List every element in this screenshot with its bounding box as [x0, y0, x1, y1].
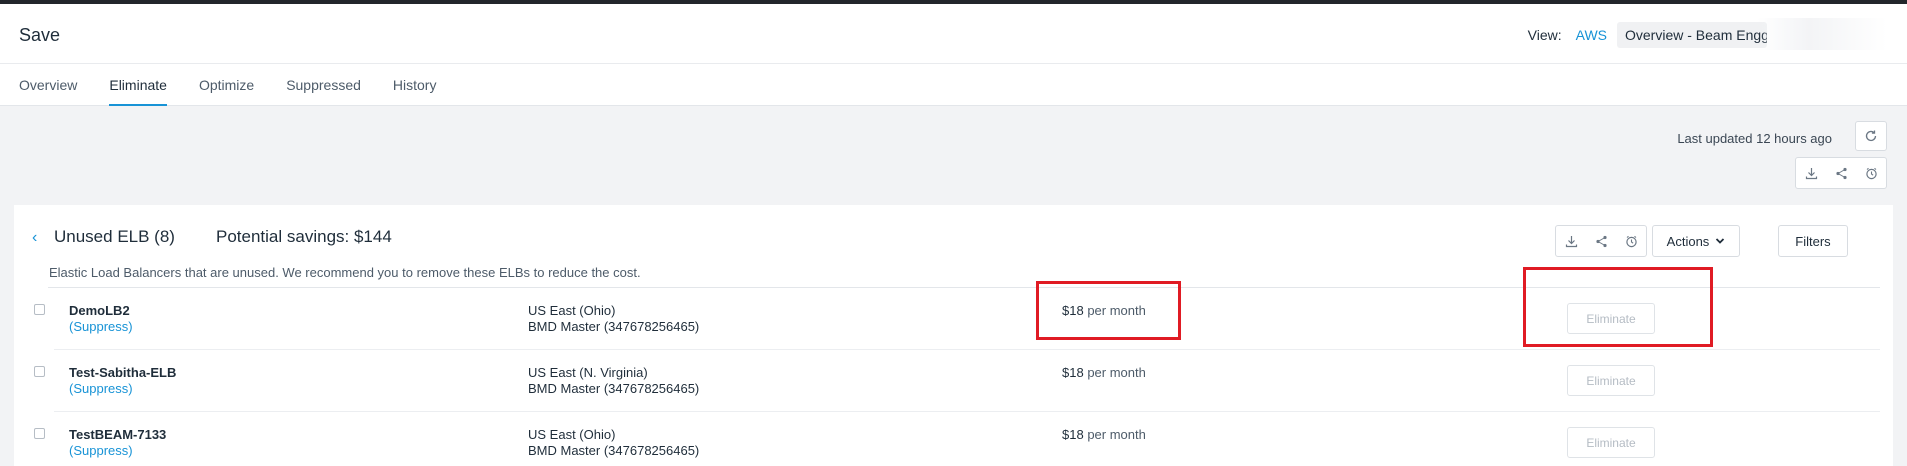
actions-dropdown-button[interactable]: Actions: [1652, 225, 1740, 257]
card-schedule-button[interactable]: [1616, 226, 1646, 256]
refresh-button[interactable]: [1855, 121, 1887, 151]
card-download-button[interactable]: [1556, 226, 1586, 256]
view-selector: View: AWS Overview - Beam Engg: [1528, 22, 1767, 48]
filters-button[interactable]: Filters: [1778, 225, 1848, 257]
share-icon: [1835, 167, 1847, 179]
elb-name: TestBEAM-7133: [69, 427, 167, 442]
row-checkbox[interactable]: [34, 428, 45, 439]
schedule-icon: [1625, 235, 1637, 247]
chevron-down-icon: [1716, 238, 1725, 244]
last-updated-text: Last updated 12 hours ago: [1677, 131, 1832, 146]
tab-bar: Overview Eliminate Optimize Suppressed H…: [0, 64, 1907, 106]
card-title: Unused ELB (8): [54, 227, 175, 246]
view-label: View:: [1527, 27, 1562, 43]
elb-name: Test-Sabitha-ELB: [69, 365, 177, 380]
view-provider-link[interactable]: AWS: [1576, 27, 1607, 43]
actions-label: Actions: [1666, 233, 1710, 249]
highlight-box-eliminate: [1523, 267, 1713, 347]
share-icon: [1595, 235, 1607, 247]
region: US East (Ohio): [528, 427, 616, 442]
tab-overview[interactable]: Overview: [19, 64, 77, 106]
cost-unit: per month: [1087, 365, 1146, 380]
schedule-icon: [1865, 167, 1877, 179]
suppress-link[interactable]: (Suppress): [69, 319, 133, 334]
tab-suppressed[interactable]: Suppressed: [286, 64, 361, 106]
suppress-link[interactable]: (Suppress): [69, 443, 133, 458]
monthly-cost: $18 per month: [1062, 365, 1146, 380]
page-header: Save View: AWS Overview - Beam Engg: [0, 4, 1907, 64]
tab-history[interactable]: History: [393, 64, 437, 106]
account: BMD Master (347678256465): [528, 381, 700, 396]
table-row: Test-Sabitha-ELB (Suppress) US East (N. …: [14, 350, 1893, 412]
card-share-button[interactable]: [1586, 226, 1616, 256]
card-description: Elastic Load Balancers that are unused. …: [49, 265, 641, 280]
row-checkbox[interactable]: [34, 366, 45, 377]
download-icon: [1805, 167, 1817, 179]
eliminate-button[interactable]: Eliminate: [1567, 427, 1655, 458]
table-row: TestBEAM-7133 (Suppress) US East (Ohio) …: [14, 412, 1893, 466]
elb-name: DemoLB2: [69, 303, 130, 318]
region: US East (N. Virginia): [528, 365, 648, 380]
schedule-button[interactable]: [1856, 158, 1886, 188]
refresh-icon: [1865, 130, 1877, 142]
cost-unit: per month: [1087, 427, 1146, 442]
eliminate-button[interactable]: Eliminate: [1567, 365, 1655, 396]
download-icon: [1565, 235, 1577, 247]
download-button[interactable]: [1796, 158, 1826, 188]
account: BMD Master (347678256465): [528, 319, 700, 334]
highlight-box-cost: [1036, 281, 1181, 340]
page-title: Save: [19, 25, 61, 45]
row-checkbox[interactable]: [34, 304, 45, 315]
page-export-group: [1795, 157, 1887, 189]
potential-savings: Potential savings: $144: [216, 227, 392, 246]
tab-optimize[interactable]: Optimize: [199, 64, 254, 106]
suppress-link[interactable]: (Suppress): [69, 381, 133, 396]
tab-eliminate[interactable]: Eliminate: [109, 64, 167, 106]
cost-value: $18: [1062, 427, 1084, 442]
view-dropdown[interactable]: Overview - Beam Engg: [1617, 22, 1767, 48]
back-chevron-icon[interactable]: ‹: [32, 229, 37, 247]
account: BMD Master (347678256465): [528, 443, 700, 458]
region: US East (Ohio): [528, 303, 616, 318]
monthly-cost: $18 per month: [1062, 427, 1146, 442]
share-button[interactable]: [1826, 158, 1856, 188]
card-export-group: [1555, 225, 1647, 257]
cost-value: $18: [1062, 365, 1084, 380]
redacted-area: [1757, 18, 1887, 50]
